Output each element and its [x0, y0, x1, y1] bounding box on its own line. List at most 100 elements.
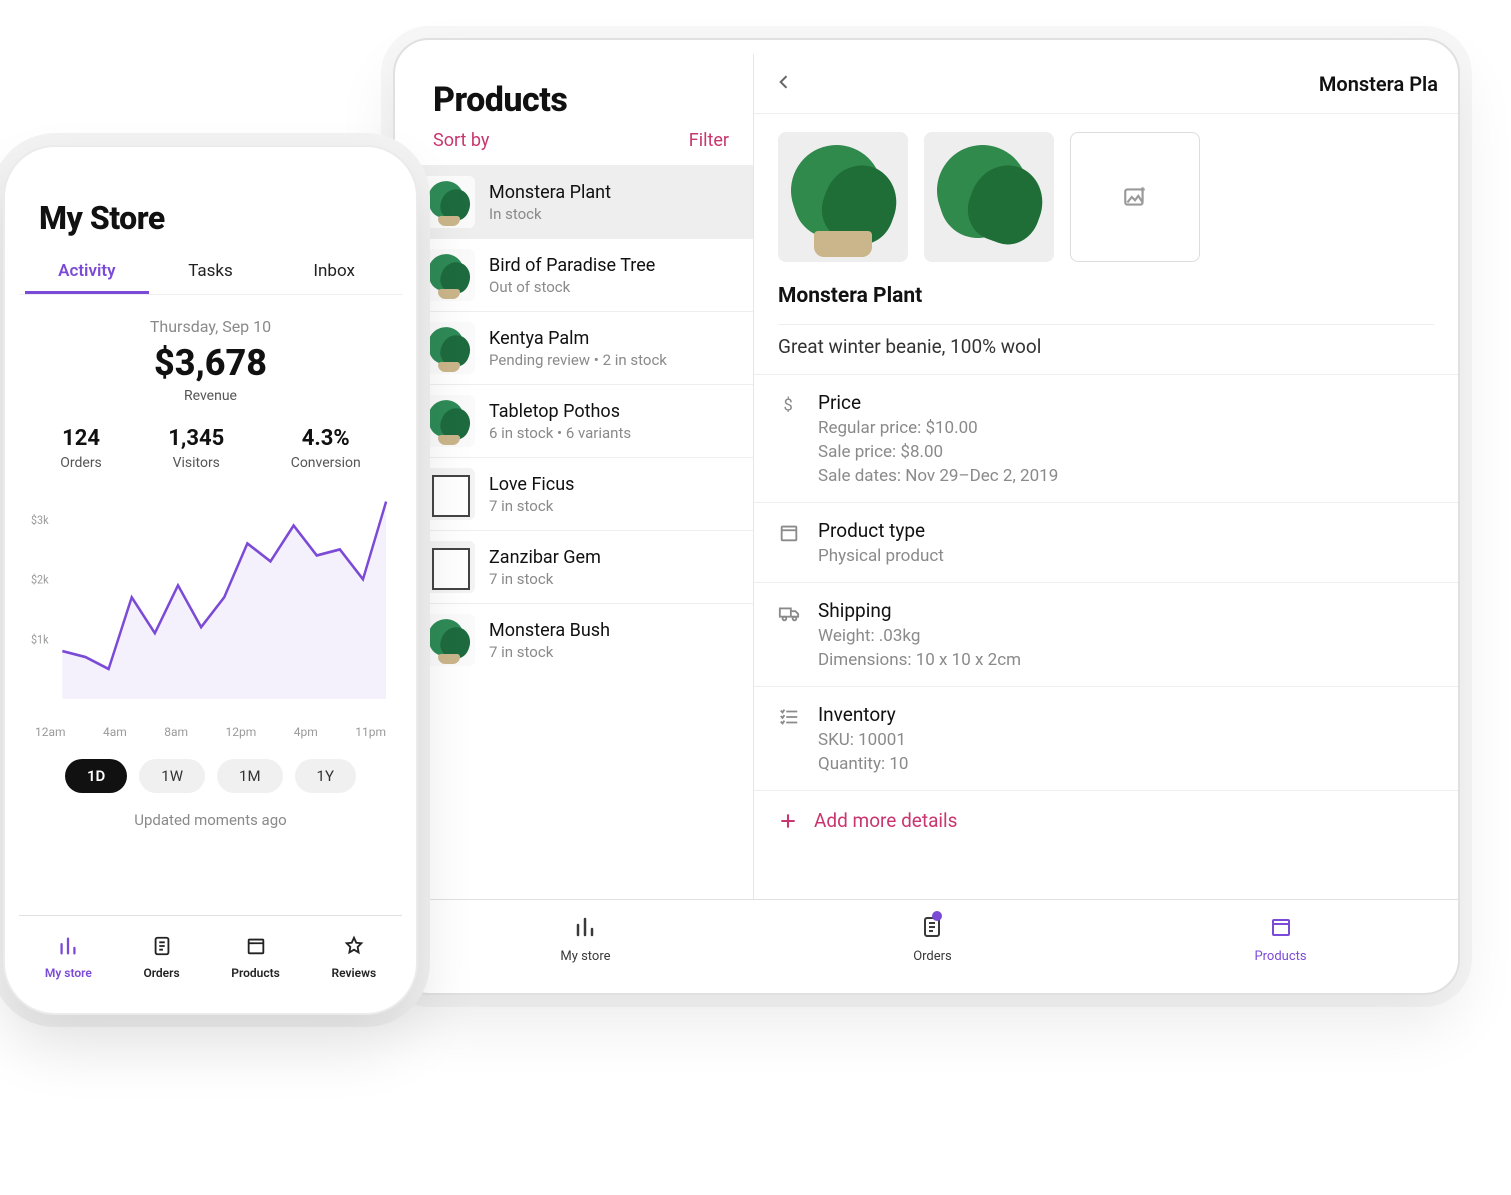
product-image-2[interactable]	[924, 132, 1054, 262]
store-title: My Store	[39, 199, 402, 237]
chart-xtick: 11pm	[355, 725, 386, 739]
shipping-heading: Shipping	[818, 599, 1021, 622]
chart-xtick: 12am	[35, 725, 66, 739]
chart-xtick: 12pm	[226, 725, 257, 739]
product-row[interactable]: Zanzibar Gem7 in stock	[409, 530, 753, 603]
svg-text:$1k: $1k	[31, 632, 49, 647]
product-image-1[interactable]	[778, 132, 908, 262]
product-row-status: 6 in stock • 6 variants	[489, 424, 631, 442]
svg-text:$2k: $2k	[31, 572, 49, 587]
filter-button[interactable]: Filter	[689, 130, 729, 151]
add-image-button[interactable]	[1070, 132, 1200, 262]
box-icon	[245, 935, 267, 960]
product-row-name: Bird of Paradise Tree	[489, 255, 655, 276]
star-icon	[343, 935, 365, 960]
tab-inbox[interactable]: Inbox	[272, 251, 396, 294]
bar-chart-icon	[573, 915, 597, 943]
stat-conversion: 4.3% Conversion	[291, 426, 361, 471]
product-thumb	[423, 541, 475, 593]
range-1Y[interactable]: 1Y	[295, 759, 356, 793]
product-list-panel: Products Sort by Filter Monstera PlantIn…	[409, 54, 754, 899]
ptype-line: Physical product	[818, 546, 944, 566]
stat-orders: 124Orders	[60, 426, 102, 471]
chart-xtick: 4pm	[294, 725, 318, 739]
revenue-value: $3,678	[19, 342, 402, 384]
tab-products[interactable]: Products	[1254, 915, 1306, 964]
tab-label: My store	[45, 966, 92, 980]
price-heading: Price	[818, 391, 1058, 414]
revenue-label: Revenue	[19, 388, 402, 404]
stat-value: 1,345	[168, 426, 224, 451]
product-images	[754, 114, 1458, 280]
tablet-device: Products Sort by Filter Monstera PlantIn…	[393, 38, 1460, 995]
revenue-chart: $1k $2k $3k	[29, 489, 392, 721]
phone-screen: My Store ActivityTasksInbox Thursday, Se…	[19, 161, 402, 999]
ptype-heading: Product type	[818, 519, 944, 542]
sort-by-button[interactable]: Sort by	[433, 130, 489, 151]
back-button[interactable]	[774, 70, 814, 98]
product-description: Great winter beanie, 100% wool	[778, 335, 1434, 358]
product-row[interactable]: Love Ficus7 in stock	[409, 457, 753, 530]
product-thumb	[423, 468, 475, 520]
truck-icon	[778, 602, 800, 624]
add-more-label: Add more details	[814, 809, 957, 832]
bar-chart-icon	[57, 935, 79, 960]
product-row[interactable]: Kentya PalmPending review • 2 in stock	[409, 311, 753, 384]
stat-label: Orders	[60, 455, 102, 471]
product-row-status: Pending review • 2 in stock	[489, 351, 667, 369]
product-thumb	[423, 395, 475, 447]
tab-label: Products	[231, 966, 280, 980]
chevron-left-icon	[774, 72, 794, 92]
phone-bottom-tabs: My store Orders Products Reviews	[19, 915, 402, 999]
product-row-name: Tabletop Pothos	[489, 401, 631, 422]
tab-orders[interactable]: Orders	[143, 935, 179, 980]
tab-products[interactable]: Products	[231, 935, 280, 980]
inventory-section[interactable]: Inventory SKU: 10001 Quantity: 10	[754, 687, 1458, 791]
product-row[interactable]: Monstera Bush7 in stock	[409, 603, 753, 676]
price-section[interactable]: $ Price Regular price: $10.00 Sale price…	[754, 375, 1458, 503]
product-row-status: In stock	[489, 205, 611, 223]
checklist-icon	[778, 706, 800, 728]
svg-text:$: $	[784, 397, 793, 416]
product-list[interactable]: Monstera PlantIn stockBird of Paradise T…	[409, 165, 753, 899]
tab-reviews[interactable]: Reviews	[332, 935, 377, 980]
product-row-status: Out of stock	[489, 278, 655, 296]
add-more-details-button[interactable]: Add more details	[754, 791, 1458, 850]
dollar-icon: $	[778, 394, 800, 416]
price-regular: Regular price: $10.00	[818, 418, 1058, 438]
range-1D[interactable]: 1D	[65, 759, 127, 793]
box-icon	[1269, 915, 1293, 943]
product-row[interactable]: Tabletop Pothos 6 in stock • 6 variants	[409, 384, 753, 457]
stat-label: Visitors	[173, 455, 220, 471]
tab-activity[interactable]: Activity	[25, 251, 149, 294]
phone-device: My Store ActivityTasksInbox Thursday, Se…	[3, 145, 418, 1015]
plus-icon	[778, 811, 798, 831]
detail-header-title: Monstera Pla	[814, 72, 1438, 96]
product-type-section[interactable]: Product type Physical product	[754, 503, 1458, 583]
tab-orders[interactable]: Orders	[913, 915, 952, 964]
product-thumb	[423, 249, 475, 301]
tab-label: Orders	[913, 949, 952, 964]
chart-xtick: 8am	[164, 725, 188, 739]
badge-dot	[932, 911, 942, 921]
tab-mystore[interactable]: My store	[45, 935, 92, 980]
stats-row: 124Orders 1,345 Visitors 4.3% Conversion	[19, 426, 402, 471]
add-image-icon	[1122, 184, 1148, 210]
shipping-section[interactable]: Shipping Weight: .03kg Dimensions: 10 x …	[754, 583, 1458, 687]
stat-value: 4.3%	[302, 426, 350, 451]
tab-tasks[interactable]: Tasks	[149, 251, 273, 294]
shipping-weight: Weight: .03kg	[818, 626, 1021, 646]
stat-label: Conversion	[291, 455, 361, 471]
product-row-name: Monstera Bush	[489, 620, 610, 641]
product-row[interactable]: Bird of Paradise Tree Out of stock	[409, 238, 753, 311]
product-row[interactable]: Monstera PlantIn stock	[409, 165, 753, 238]
chart-xlabels: 12am4am8am12pm4pm11pm	[19, 725, 402, 739]
range-1W[interactable]: 1W	[139, 759, 205, 793]
tab-label: Orders	[143, 966, 179, 980]
tab-label: My store	[560, 949, 610, 964]
svg-text:$3k: $3k	[31, 512, 49, 527]
range-1M[interactable]: 1M	[217, 759, 283, 793]
product-row-name: Zanzibar Gem	[489, 547, 601, 568]
tab-mystore[interactable]: My store	[560, 915, 610, 964]
tab-label: Products	[1254, 949, 1306, 964]
